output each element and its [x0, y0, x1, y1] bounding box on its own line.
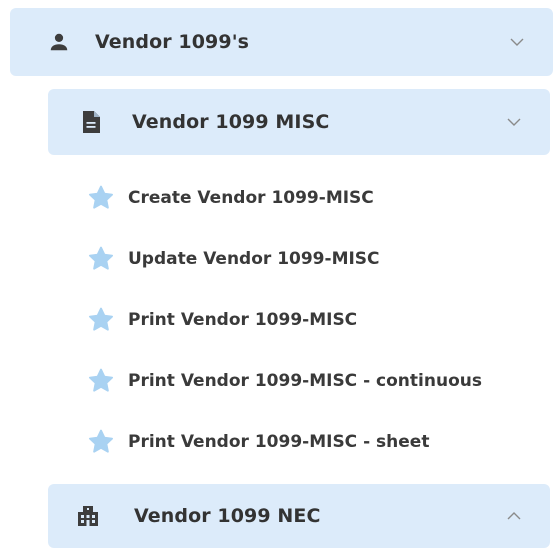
menu-item-label: Print Vendor 1099-MISC - sheet	[128, 432, 430, 452]
document-icon	[79, 110, 103, 134]
person-icon	[47, 30, 71, 54]
menu-item-label: Update Vendor 1099-MISC	[128, 249, 380, 269]
menu-item-print-vendor-1099-misc-continuous[interactable]: Print Vendor 1099-MISC - continuous	[86, 364, 482, 398]
menu-group-label: Vendor 1099 MISC	[132, 111, 330, 133]
chevron-down-icon[interactable]	[509, 34, 525, 50]
chevron-up-icon[interactable]	[506, 508, 522, 524]
menu-item-create-vendor-1099-misc[interactable]: Create Vendor 1099-MISC	[86, 181, 374, 215]
menu-item-print-vendor-1099-misc[interactable]: Print Vendor 1099-MISC	[86, 303, 357, 337]
menu-item-print-vendor-1099-misc-sheet[interactable]: Print Vendor 1099-MISC - sheet	[86, 425, 429, 459]
chevron-down-icon[interactable]	[506, 114, 522, 130]
menu-group-label: Vendor 1099's	[95, 31, 250, 53]
star-icon[interactable]	[86, 305, 116, 335]
menu-group-vendor-1099-misc[interactable]: Vendor 1099 MISC	[48, 89, 550, 155]
star-icon[interactable]	[86, 427, 116, 457]
star-icon[interactable]	[86, 244, 116, 274]
menu-item-label: Print Vendor 1099-MISC	[128, 310, 358, 330]
menu-item-label: Create Vendor 1099-MISC	[128, 188, 374, 208]
menu-item-label: Print Vendor 1099-MISC - continuous	[128, 371, 482, 391]
menu-group-vendor-1099s[interactable]: Vendor 1099's	[10, 8, 553, 76]
building-icon	[76, 504, 100, 528]
menu-group-label: Vendor 1099 NEC	[134, 505, 321, 527]
menu-group-vendor-1099-nec[interactable]: Vendor 1099 NEC	[48, 484, 550, 548]
menu-item-update-vendor-1099-misc[interactable]: Update Vendor 1099-MISC	[86, 242, 380, 276]
star-icon[interactable]	[86, 183, 116, 213]
star-icon[interactable]	[86, 366, 116, 396]
